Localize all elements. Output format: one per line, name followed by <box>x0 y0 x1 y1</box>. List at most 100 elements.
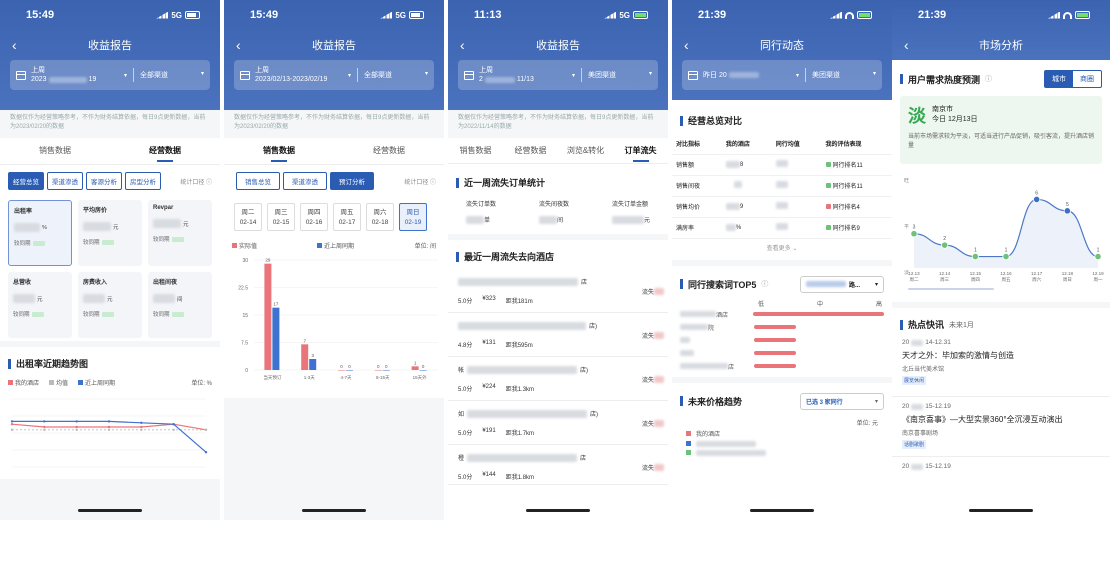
demand-level: 淡 <box>908 106 926 126</box>
stat-label: 流失订单数 <box>466 202 497 208</box>
hotel-select[interactable]: 路... ▾ <box>800 275 884 293</box>
list-item[interactable]: 帐 店) 5.0分 ¥224 距我1.3km 流失 <box>448 357 668 401</box>
back-arrow-icon[interactable]: ‹ <box>460 37 465 53</box>
tab-operating[interactable]: 经营数据 <box>110 138 220 164</box>
tab-sales[interactable]: 销售数据 <box>0 138 110 164</box>
info-icon[interactable]: ⓘ <box>761 279 768 289</box>
toggle-district[interactable]: 商圈 <box>1073 71 1101 87</box>
tab-operating[interactable]: 经营数据 <box>334 138 444 164</box>
kpi-card[interactable]: 出租间夜间较同期 <box>148 272 212 338</box>
toggle-city[interactable]: 城市 <box>1045 71 1073 87</box>
data-point <box>1094 252 1102 261</box>
list-item[interactable]: 橙 店 5.0分 ¥144 距我1.8km 流失 <box>448 445 668 485</box>
back-arrow-icon[interactable]: ‹ <box>684 37 689 53</box>
channel-label: 美团渠道 <box>812 72 840 79</box>
channel-label: 全部渠道 <box>140 72 168 79</box>
term-bar-row: 酒店 <box>680 308 884 321</box>
kpi-card[interactable]: 出租率% 较同期 <box>8 200 72 266</box>
subtab-guest[interactable]: 客源分析 <box>86 172 122 190</box>
back-arrow-icon[interactable]: ‹ <box>904 37 909 53</box>
x-tick-label: 当天预订 <box>263 374 281 381</box>
day-chip[interactable]: 周四 02-16 <box>300 203 328 231</box>
subtab-overview[interactable]: 经营总览 <box>8 172 44 190</box>
x-tick-weekday: 周三 <box>940 277 949 283</box>
date-value: 2023/02/13-2023/02/19 <box>255 76 328 83</box>
list-item[interactable]: 如 店) 5.0分 ¥191 距我1.7km 流失 <box>448 401 668 445</box>
tab-sales[interactable]: 销售数据 <box>224 138 334 164</box>
day-chip[interactable]: 周六 02-18 <box>366 203 394 231</box>
data-label: 1 <box>414 360 417 365</box>
date-filter[interactable]: 上周 2 11/13 ▾ 美团渠道 ▾ <box>458 60 658 90</box>
news-item[interactable]: 20 14-12.31 天才之外：毕加索的激情与创造 北丘当代美术馆 展览休闲 <box>892 337 1110 397</box>
subtab-booking[interactable]: 预订分析 <box>330 172 374 190</box>
tab-lost-orders[interactable]: 订单流失 <box>613 138 668 164</box>
news-item[interactable]: 20 15-12.19 <box>892 457 1110 472</box>
kpi-title: 出租率 <box>14 209 33 215</box>
view-more-label: 查看更多 <box>766 245 791 252</box>
y-tick-label: 30 <box>242 258 248 264</box>
legend-label: 实际值 <box>239 244 258 250</box>
stat-caliber-link[interactable]: 统计口径 ⓘ <box>404 177 436 186</box>
news-tag: 展览休闲 <box>902 376 927 385</box>
channel-select[interactable]: 美团渠道 ▾ <box>588 70 652 80</box>
day-chip-selected[interactable]: 周日 02-19 <box>399 203 427 231</box>
term-bar <box>754 325 796 329</box>
data-label: 17 <box>273 302 279 307</box>
hotel-price: ¥131 <box>482 340 496 346</box>
day-chip[interactable]: 周二 02-14 <box>234 203 262 231</box>
tab-browse-conversion[interactable]: 浏览&转化 <box>558 138 613 164</box>
tab-sales[interactable]: 销售数据 <box>448 138 503 164</box>
subtab-sales-overview[interactable]: 销售总览 <box>236 172 280 190</box>
channel-select[interactable]: 全部渠道 ▾ <box>364 70 428 80</box>
term-suffix: 酒店 <box>716 312 729 319</box>
subtab-roomtype[interactable]: 房型分析 <box>125 172 161 190</box>
date-filter[interactable]: 上周 2023/02/13-2023/02/19 ▾ 全部渠道 ▾ <box>234 60 434 90</box>
status-bar: 11:13 5G <box>448 0 668 30</box>
list-item[interactable]: 店 5.0分 ¥323 距我181m 流失 <box>448 269 668 313</box>
phone-lost-orders: 11:13 5G ‹ 收益报告 上周 2 11/13 ▾ 美团渠道 ▾ 数据仅作为经营策略… <box>448 0 668 520</box>
date-filter[interactable]: 昨日 20 ▾ 美团渠道 ▾ <box>682 60 882 90</box>
tab-operating[interactable]: 经营数据 <box>503 138 558 164</box>
section-title: 热点快讯 未来1月 <box>892 308 1110 337</box>
kpi-card[interactable]: 房费收入元较同期 <box>78 272 142 338</box>
peer-select[interactable]: 已选 3 家同行 ▾ <box>800 392 884 410</box>
channel-select[interactable]: 全部渠道 ▾ <box>140 70 204 80</box>
column-header: 我的酒店 <box>721 133 772 155</box>
signal-icon <box>380 11 393 19</box>
channel-label: 美团渠道 <box>588 72 616 79</box>
date-filter[interactable]: 上周 2023 19 ▾ 全部渠道 ▾ <box>10 60 210 90</box>
x-tick-label: 8-15天 <box>376 375 390 381</box>
back-arrow-icon[interactable]: ‹ <box>236 37 241 53</box>
kpi-card[interactable]: 平均房价元较同期 <box>78 200 142 266</box>
lost-amount-stat: 流失订单金额元 <box>611 199 650 224</box>
day-week: 周四 <box>307 209 321 216</box>
disclaimer: 数据仅作为经营策略参考，不作为财务结算依据，每日9点更新数据，当前为2023/0… <box>0 110 220 138</box>
back-arrow-icon[interactable]: ‹ <box>12 37 17 53</box>
stat-caliber-link[interactable]: 统计口径 ⓘ <box>180 177 212 186</box>
x-tick-date: 12.16 <box>1000 271 1012 276</box>
section-title: 近一周流失订单统计 <box>448 164 668 195</box>
info-icon[interactable]: ⓘ <box>985 74 992 84</box>
hotel-name-suffix: 店 <box>580 456 587 462</box>
data-label: 3 <box>913 225 916 231</box>
y-tick-label: 15 <box>242 313 248 319</box>
stat-unit: 元 <box>643 218 650 224</box>
stat-label: 统计口径 <box>404 179 429 186</box>
list-item[interactable]: 店) 4.8分 ¥131 距我595m 流失 <box>448 313 668 357</box>
view-more-link[interactable]: 查看更多 ⌄ <box>672 239 892 266</box>
stat-label: 统计口径 <box>180 179 205 186</box>
section-title: 用户需求热度预测 ⓘ 城市 商圈 <box>892 60 1110 94</box>
subtab-channel[interactable]: 渠道渗透 <box>47 172 83 190</box>
news-title: 天才之外：毕加索的激情与创造 <box>902 351 1014 360</box>
kpi-card[interactable]: Revpar 元较同期 <box>148 200 212 266</box>
news-item[interactable]: 20 15-12.19 《南京喜事》—大型实景360°全沉浸互动演出 南京喜事剧场… <box>892 397 1110 457</box>
channel-select[interactable]: 美团渠道 ▾ <box>812 70 876 80</box>
disclaimer: 数据仅作为经营策略参考，不作为财务结算依据，每日9点更新数据，当前为2023/0… <box>224 110 444 138</box>
subtab-channel[interactable]: 渠道渗透 <box>283 172 327 190</box>
section-label: 最近一周流失去向酒店 <box>464 252 555 262</box>
day-chip[interactable]: 周五 02-17 <box>333 203 361 231</box>
data-point <box>971 252 979 261</box>
chevron-down-icon: ▾ <box>795 72 799 79</box>
day-chip[interactable]: 周三 02-15 <box>267 203 295 231</box>
kpi-card[interactable]: 总营收元较同期 <box>8 272 72 338</box>
